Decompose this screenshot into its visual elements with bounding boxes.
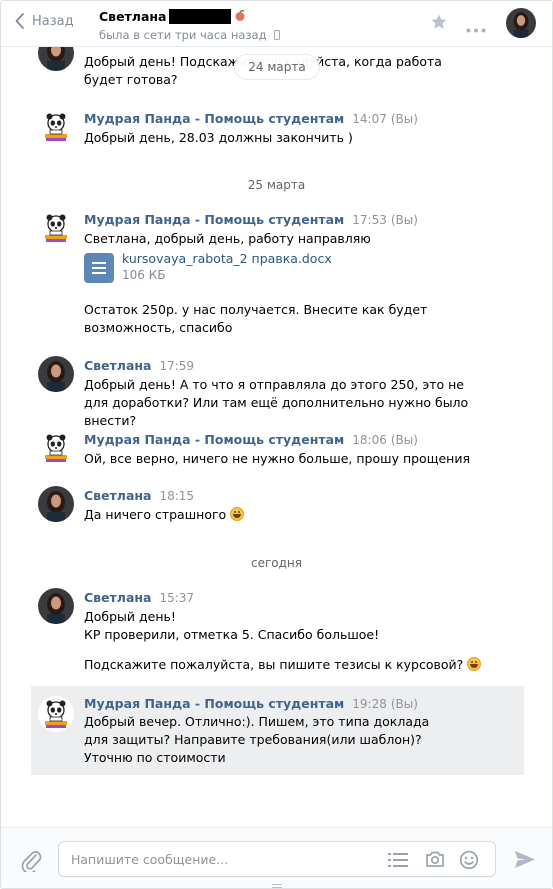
floating-date: 24 марта: [235, 55, 319, 79]
message-input-box[interactable]: [58, 841, 496, 877]
emoji-icon[interactable]: [459, 850, 479, 873]
message-time[interactable]: 18:15: [159, 489, 194, 503]
message-author[interactable]: Мудрая Панда - Помощь студентам: [84, 696, 344, 711]
message-time[interactable]: 17:59: [159, 359, 194, 373]
you-label: (Вы): [390, 112, 418, 126]
svetlana-avatar[interactable]: [38, 588, 74, 624]
document-attachment[interactable]: kursovaya_rabota_2 правка.docx 106 КБ: [84, 251, 332, 283]
peer-status: была в сети три часа назад: [99, 28, 280, 42]
message-history[interactable]: 24 марта Добрый день! Подскажите пожалуй…: [1, 47, 552, 827]
message-item: Мудрая Панда - Помощь студентам 14:07 (Вы…: [31, 107, 524, 155]
message-author[interactable]: Мудрая Панда - Помощь студентам: [84, 432, 344, 447]
message-author[interactable]: Светлана: [84, 358, 151, 373]
templates-list-icon[interactable]: [388, 852, 408, 871]
send-icon[interactable]: [514, 850, 536, 872]
message-item: Светлана 17:59 Добрый день! А то что я от…: [31, 354, 524, 428]
document-icon: [84, 253, 114, 283]
back-button[interactable]: Назад: [15, 13, 74, 29]
peach-emoji-icon: [234, 9, 246, 24]
more-icon[interactable]: [466, 21, 486, 36]
panda-avatar[interactable]: [38, 210, 74, 246]
date-separator: сегодня: [251, 556, 302, 570]
message-item-selected[interactable]: Мудрая Панда - Помощь студентам 19:28 (Вы…: [31, 686, 524, 775]
message-text: Подскажите пожалуйста, вы пишите тезисы …: [84, 656, 484, 674]
panda-avatar[interactable]: [38, 696, 74, 732]
message-time[interactable]: 14:07: [352, 112, 387, 126]
message-item: Светлана 18:15 Да ничего страшного: [31, 484, 524, 530]
message-text: Остаток 250р. у нас получается. Внесите …: [84, 302, 428, 335]
message-text: Добрый вечер. Отлично:). Пишем, это типа…: [84, 714, 430, 765]
message-text: Да ничего страшного: [84, 506, 484, 524]
peer-avatar[interactable]: [506, 8, 536, 38]
message-author[interactable]: Светлана: [84, 590, 151, 605]
star-icon[interactable]: [430, 13, 448, 34]
message-time[interactable]: 15:37: [159, 591, 194, 605]
date-separator: 25 марта: [247, 178, 306, 192]
message-author[interactable]: Мудрая Панда - Помощь студентам: [84, 212, 344, 227]
message-item: Мудрая Панда - Помощь студентам 18:06 (Вы…: [31, 428, 524, 474]
message-item: Светлана 15:37 Добрый день! КР проверили,…: [31, 586, 524, 678]
message-text: Добрый день, 28.03 должны закончить ): [84, 130, 353, 145]
grinning-emoji-icon: [230, 507, 245, 521]
back-label: Назад: [32, 13, 74, 29]
svetlana-avatar[interactable]: [38, 356, 74, 392]
message-input[interactable]: [71, 850, 371, 868]
you-label: (Вы): [390, 697, 418, 711]
chat-window: Назад Светлана была в сети три часа наза…: [0, 0, 553, 889]
message-text: Ой, все верно, ничего не нужно больше, п…: [84, 451, 470, 466]
you-label: (Вы): [390, 433, 418, 447]
peer-name[interactable]: Светлана: [99, 9, 166, 24]
message-text: КР проверили, отметка 5. Спасибо большое…: [84, 627, 380, 642]
message-text: Добрый день! А то что я отправляла до эт…: [84, 377, 469, 428]
document-size: 106 КБ: [122, 268, 166, 282]
paperclip-icon[interactable]: [20, 848, 42, 875]
you-label: (Вы): [390, 213, 418, 227]
message-text: Светлана, добрый день, работу направляю: [84, 231, 371, 246]
svetlana-avatar[interactable]: [38, 486, 74, 522]
mobile-icon: [273, 30, 280, 40]
message-time[interactable]: 17:53: [352, 213, 387, 227]
document-name[interactable]: kursovaya_rabota_2 правка.docx: [122, 251, 332, 266]
chevron-left-icon: [15, 13, 24, 29]
message-author[interactable]: Светлана: [84, 488, 151, 503]
panda-avatar[interactable]: [38, 109, 74, 145]
redaction-bar: [169, 9, 232, 24]
message-time[interactable]: 19:28: [352, 697, 387, 711]
resize-grip[interactable]: [272, 884, 282, 888]
message-author[interactable]: Мудрая Панда - Помощь студентам: [84, 111, 344, 126]
grinning-emoji-icon: [467, 657, 482, 671]
chat-header: Назад Светлана была в сети три часа наза…: [1, 1, 552, 47]
svetlana-avatar[interactable]: [38, 47, 74, 71]
message-text: Добрый день!: [84, 609, 176, 624]
message-item: Мудрая Панда - Помощь студентам 17:53 (Вы…: [31, 208, 524, 344]
message-composer: [1, 827, 552, 888]
camera-icon[interactable]: [425, 850, 445, 871]
message-time[interactable]: 18:06: [352, 433, 387, 447]
panda-avatar[interactable]: [38, 430, 74, 466]
peer-info[interactable]: Светлана была в сети три часа назад: [99, 8, 280, 42]
